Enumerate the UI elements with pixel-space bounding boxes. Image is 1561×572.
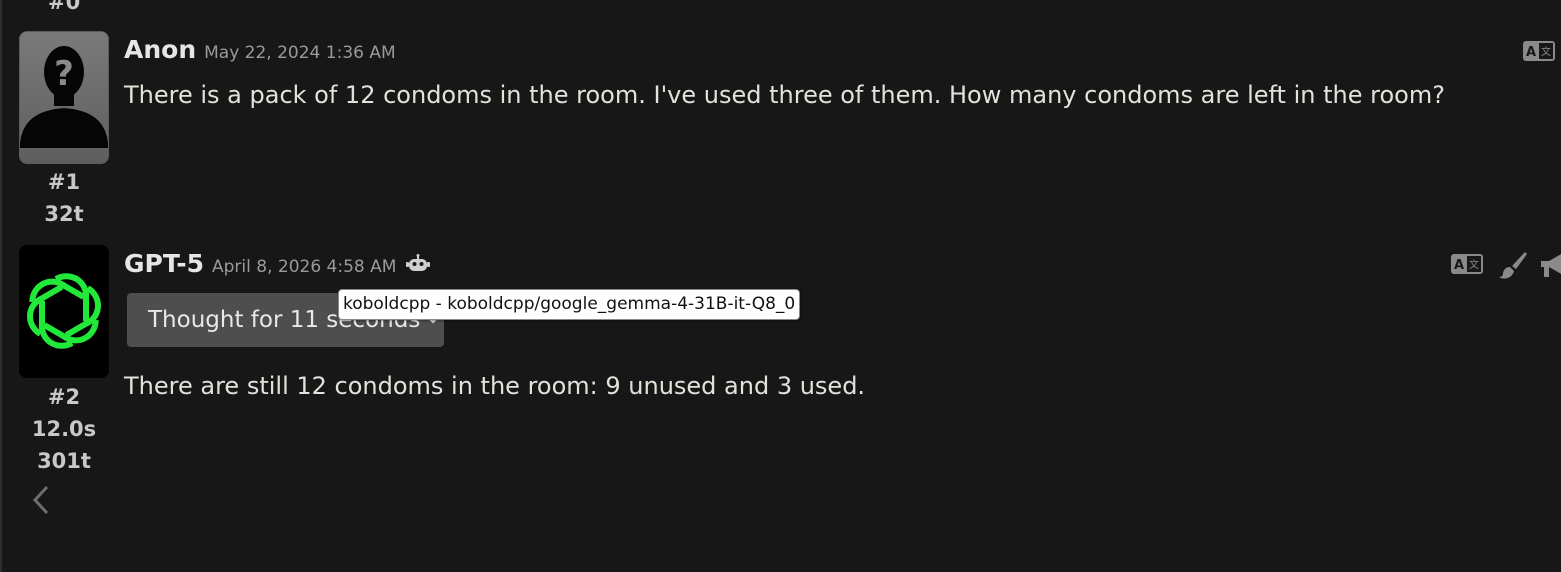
- message-meta: #2 12.0s 301t: [19, 381, 109, 477]
- paintbrush-icon: [1499, 252, 1527, 279]
- svg-text:?: ?: [54, 54, 74, 94]
- token-count: 32t: [44, 202, 84, 226]
- message-text: There are still 12 condoms in the room: …: [124, 372, 866, 400]
- avatar[interactable]: [19, 245, 109, 378]
- avatar[interactable]: ?: [19, 31, 109, 164]
- chat-panel: #0 ? #1 32t Anon May 22, 2024 1:36 AM Th…: [0, 0, 1561, 572]
- token-count: 301t: [37, 449, 91, 473]
- message-number: #2: [47, 385, 81, 409]
- translate-button[interactable]: A 文: [1450, 253, 1484, 279]
- message-text: There is a pack of 12 condoms in the roo…: [124, 81, 1445, 109]
- author-name: GPT-5: [124, 249, 204, 278]
- author-name: Anon: [124, 35, 197, 64]
- model-tooltip: koboldcpp - koboldcpp/google_gemma-4-31B…: [338, 289, 801, 320]
- translate-button[interactable]: A 文: [1522, 40, 1556, 66]
- announce-button[interactable]: [1539, 251, 1561, 283]
- message-header: GPT-5 April 8, 2026 4:58 AM: [124, 249, 431, 278]
- svg-text:A: A: [1454, 258, 1464, 273]
- svg-text:A: A: [1526, 45, 1536, 60]
- svg-text:文: 文: [1469, 258, 1479, 271]
- openai-logo-icon: [19, 245, 109, 378]
- response-time: 12.0s: [31, 417, 97, 441]
- robot-icon[interactable]: [406, 254, 431, 274]
- anonymous-silhouette-icon: ?: [20, 32, 108, 163]
- message-header: Anon May 22, 2024 1:36 AM: [124, 35, 396, 64]
- megaphone-icon: [1541, 254, 1561, 277]
- paint-button[interactable]: [1498, 250, 1528, 284]
- back-button[interactable]: [31, 484, 51, 520]
- message-number: #1: [47, 170, 81, 194]
- message-meta: #1 32t: [19, 166, 109, 230]
- message-number: #0: [48, 0, 81, 14]
- svg-text:文: 文: [1541, 45, 1551, 58]
- translate-icon: A 文: [1523, 41, 1555, 61]
- translate-icon: A 文: [1451, 254, 1483, 274]
- chevron-left-icon: [32, 485, 49, 515]
- message-date: April 8, 2026 4:58 AM: [212, 257, 397, 277]
- message-date: May 22, 2024 1:36 AM: [204, 43, 396, 63]
